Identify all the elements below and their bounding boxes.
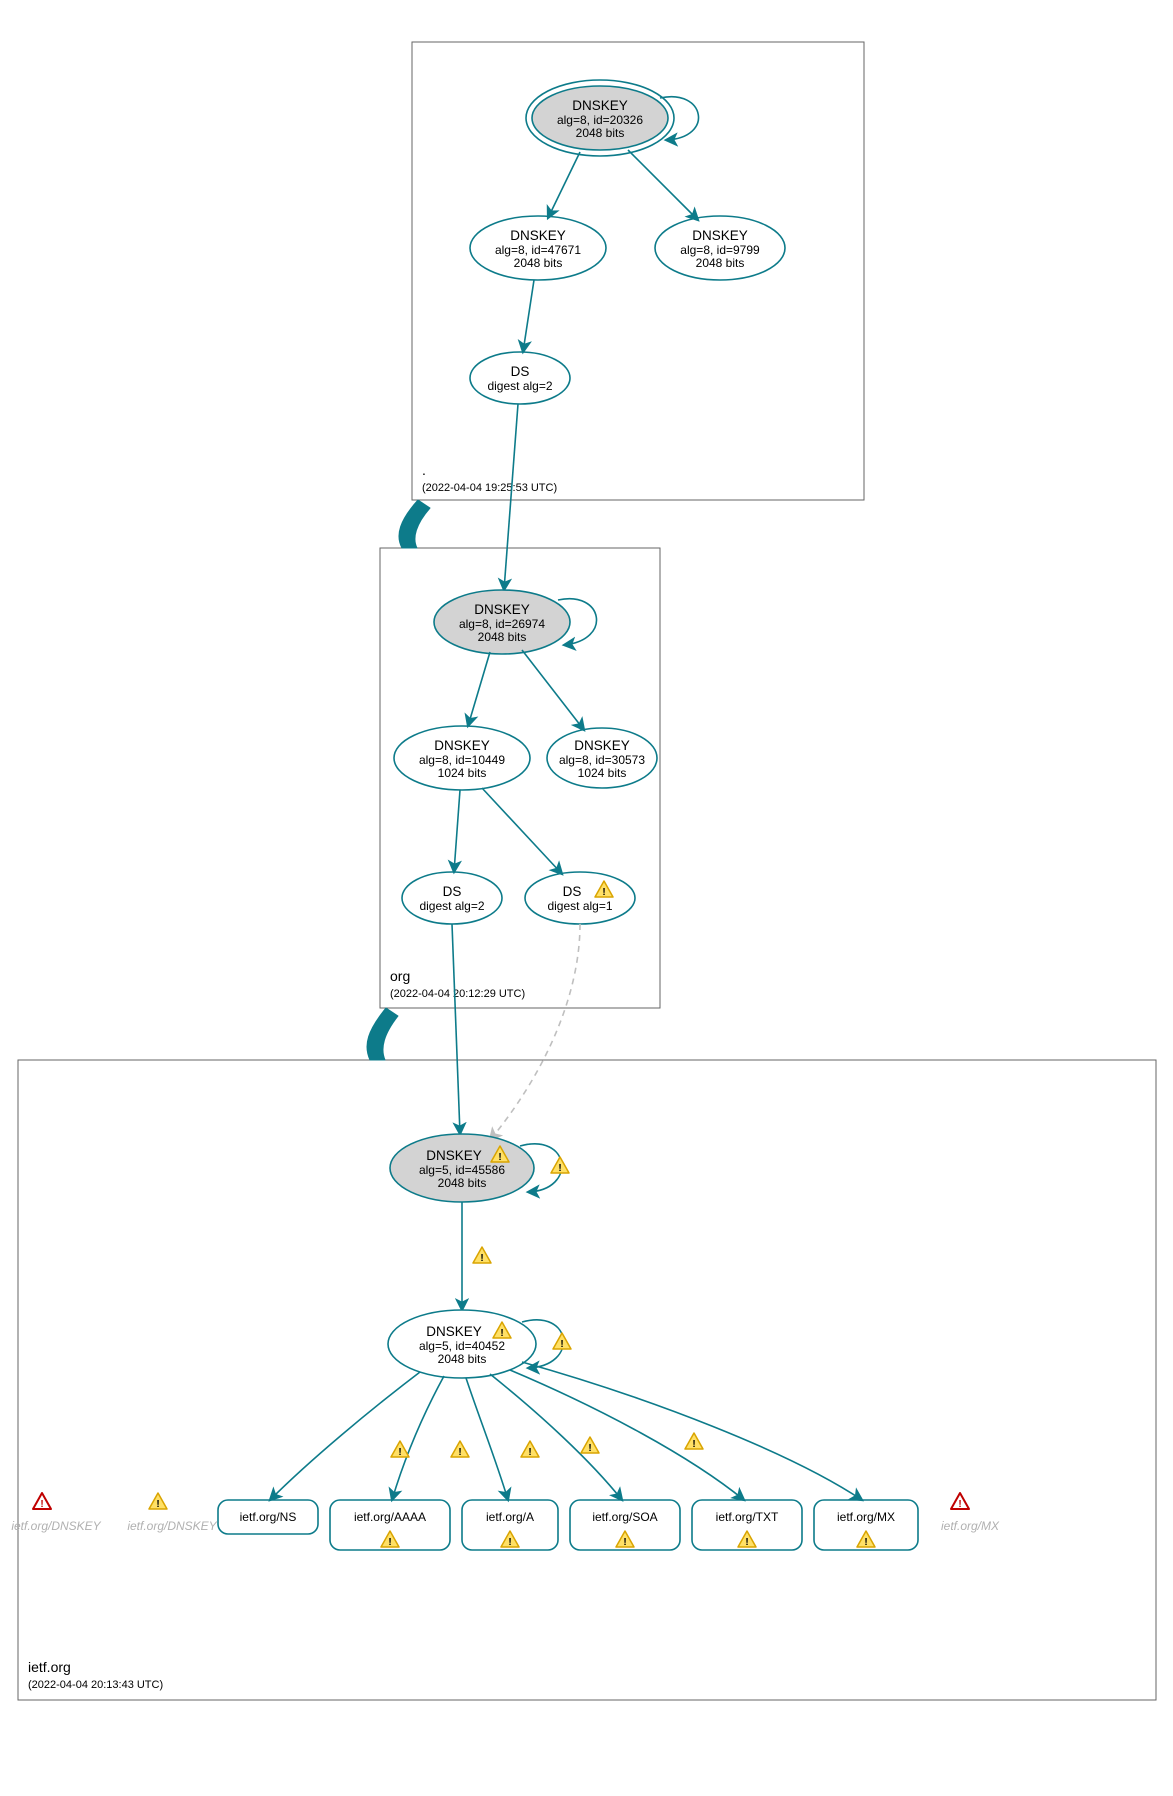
edge-zsk-to-soa	[490, 1374, 622, 1500]
edge-rootds-to-org-ksk	[504, 404, 518, 590]
svg-text:ietf.org/AAAA: ietf.org/AAAA	[354, 1510, 426, 1524]
svg-text:2048 bits: 2048 bits	[514, 256, 563, 270]
node-org-ds-alg1: DS digest alg=1	[525, 872, 635, 924]
rr-box-ns: ietf.org/NS	[218, 1500, 318, 1534]
edge-zsk-to-txt	[510, 1370, 744, 1500]
faded-label-mx-err: ietf.org/MX	[941, 1519, 1000, 1533]
faded-label-dnskey-err: ietf.org/DNSKEY	[11, 1519, 101, 1533]
svg-text:ietf.org/SOA: ietf.org/SOA	[592, 1510, 657, 1524]
node-org-ds-alg2: DS digest alg=2	[402, 872, 502, 924]
zone-arrow-root-to-org	[399, 500, 430, 548]
node-org-ksk: DNSKEY alg=8, id=26974 2048 bits	[434, 590, 570, 654]
zone-timestamp-root: (2022-04-04 19:25:53 UTC)	[422, 482, 557, 494]
warning-icon	[521, 1441, 539, 1458]
svg-text:digest alg=2: digest alg=2	[419, 899, 484, 913]
error-icon	[951, 1493, 969, 1510]
zone-timestamp-org: (2022-04-04 20:12:29 UTC)	[390, 988, 525, 1000]
svg-text:alg=5, id=45586: alg=5, id=45586	[419, 1163, 505, 1177]
svg-text:alg=8, id=10449: alg=8, id=10449	[419, 753, 505, 767]
svg-text:2048 bits: 2048 bits	[438, 1352, 487, 1366]
svg-text:DNSKEY: DNSKEY	[510, 228, 566, 243]
svg-text:2048 bits: 2048 bits	[576, 126, 625, 140]
svg-text:DS: DS	[511, 364, 530, 379]
node-ietf-ksk: DNSKEY alg=5, id=45586 2048 bits	[390, 1134, 534, 1202]
edge-org-zsk1-to-ds1	[482, 788, 562, 874]
error-icon	[33, 1493, 51, 1510]
zone-label-org: org	[390, 968, 410, 984]
warning-icon	[473, 1247, 491, 1264]
svg-text:2048 bits: 2048 bits	[478, 630, 527, 644]
edge-zsk-to-a	[466, 1378, 508, 1500]
warning-icon	[149, 1493, 167, 1510]
warning-icon	[551, 1157, 569, 1174]
node-org-zsk-30573: DNSKEY alg=8, id=30573 1024 bits	[547, 728, 657, 788]
svg-text:alg=8, id=26974: alg=8, id=26974	[459, 617, 545, 631]
svg-text:DNSKEY: DNSKEY	[474, 602, 530, 617]
edge-org-ksk-to-zsk1	[468, 652, 490, 726]
warning-icon	[553, 1333, 571, 1350]
zone-label-ietf: ietf.org	[28, 1659, 71, 1675]
svg-text:1024 bits: 1024 bits	[438, 766, 487, 780]
svg-text:digest alg=2: digest alg=2	[487, 379, 552, 393]
edge-root-zsk1-to-ds	[523, 280, 534, 352]
svg-text:digest alg=1: digest alg=1	[547, 899, 612, 913]
svg-text:alg=8, id=30573: alg=8, id=30573	[559, 753, 645, 767]
zone-timestamp-ietf: (2022-04-04 20:13:43 UTC)	[28, 1679, 163, 1691]
zone-arrow-org-to-ietf	[367, 1008, 398, 1060]
svg-text:1024 bits: 1024 bits	[578, 766, 627, 780]
warning-icon	[581, 1437, 599, 1454]
edge-root-ksk-to-zsk1	[548, 152, 580, 218]
warning-icon	[451, 1441, 469, 1458]
svg-text:ietf.org/A: ietf.org/A	[486, 1510, 534, 1524]
svg-text:alg=8, id=47671: alg=8, id=47671	[495, 243, 581, 257]
svg-text:DNSKEY: DNSKEY	[574, 738, 630, 753]
svg-text:DNSKEY: DNSKEY	[426, 1324, 482, 1339]
svg-text:DNSKEY: DNSKEY	[426, 1148, 482, 1163]
warning-icon	[391, 1441, 409, 1458]
svg-text:alg=8, id=9799: alg=8, id=9799	[680, 243, 760, 257]
edge-org-ds1-to-ietf-ksk	[490, 924, 580, 1140]
zone-label-root: .	[422, 462, 426, 478]
edge-root-ksk-to-zsk2	[628, 150, 698, 220]
edge-org-zsk1-to-ds2	[454, 790, 460, 872]
svg-text:ietf.org/MX: ietf.org/MX	[837, 1510, 895, 1524]
edge-zsk-to-aaaa	[392, 1376, 444, 1500]
node-ietf-zsk: DNSKEY alg=5, id=40452 2048 bits	[388, 1310, 536, 1378]
svg-text:DS: DS	[563, 884, 582, 899]
svg-text:DNSKEY: DNSKEY	[692, 228, 748, 243]
node-root-zsk-47671: DNSKEY alg=8, id=47671 2048 bits	[470, 216, 606, 280]
warning-icon	[685, 1433, 703, 1450]
faded-label-dnskey-warn: ietf.org/DNSKEY	[127, 1519, 217, 1533]
dnssec-graph: ! ! . (2022-04-04 19:25:53 UTC) org (202…	[0, 0, 1173, 1796]
svg-text:ietf.org/TXT: ietf.org/TXT	[716, 1510, 779, 1524]
svg-text:2048 bits: 2048 bits	[438, 1176, 487, 1190]
svg-text:alg=5, id=40452: alg=5, id=40452	[419, 1339, 505, 1353]
node-root-ksk: DNSKEY alg=8, id=20326 2048 bits	[526, 80, 674, 156]
edge-zsk-to-mx	[522, 1362, 862, 1500]
svg-text:DNSKEY: DNSKEY	[572, 98, 628, 113]
svg-text:DNSKEY: DNSKEY	[434, 738, 490, 753]
node-root-zsk-9799: DNSKEY alg=8, id=9799 2048 bits	[655, 216, 785, 280]
svg-text:ietf.org/NS: ietf.org/NS	[240, 1510, 297, 1524]
edge-org-ksk-to-zsk2	[522, 650, 584, 730]
svg-text:2048 bits: 2048 bits	[696, 256, 745, 270]
svg-text:DS: DS	[443, 884, 462, 899]
svg-text:alg=8, id=20326: alg=8, id=20326	[557, 113, 643, 127]
node-root-ds: DS digest alg=2	[470, 352, 570, 404]
node-org-zsk-10449: DNSKEY alg=8, id=10449 1024 bits	[394, 726, 530, 790]
zone-box-ietf	[18, 1060, 1156, 1700]
edge-org-ds2-to-ietf-ksk	[452, 924, 460, 1134]
